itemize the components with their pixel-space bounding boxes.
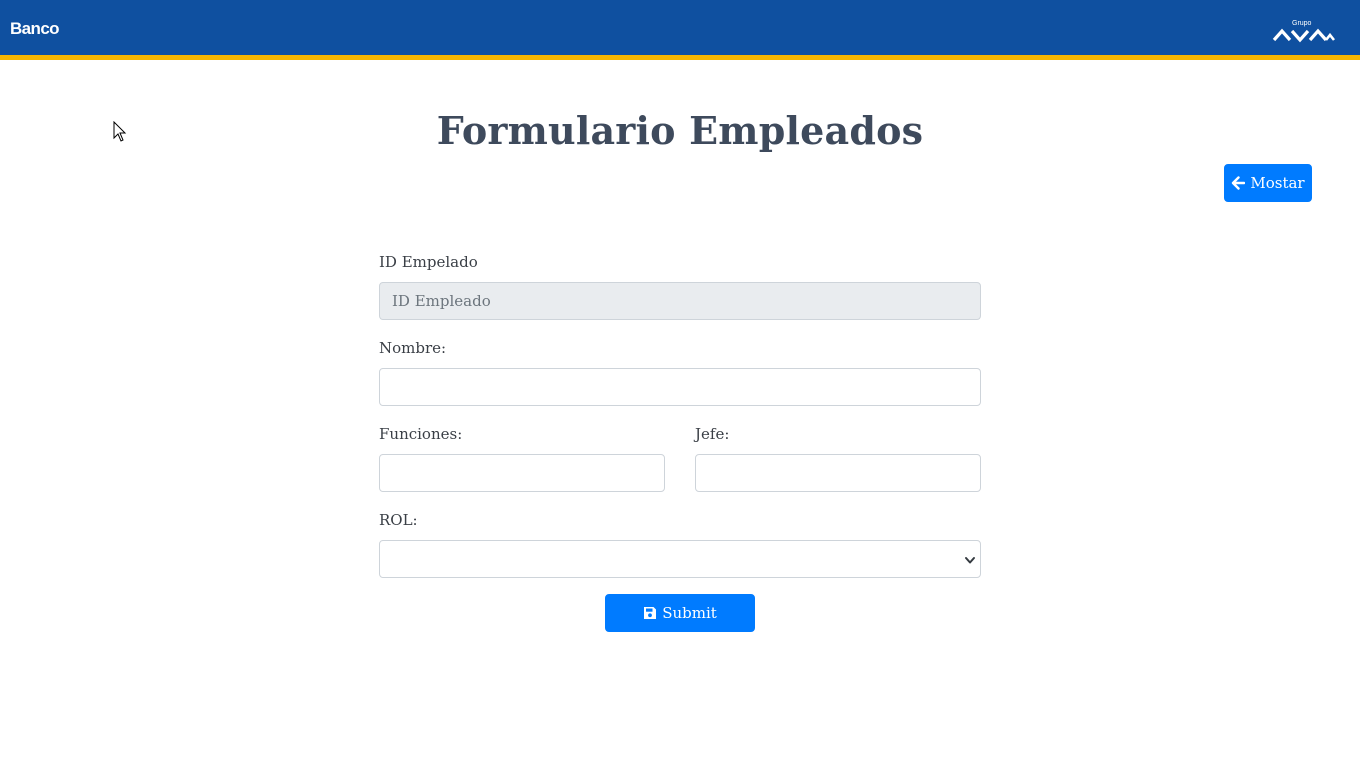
submit-button-label: Submit xyxy=(662,604,717,622)
logo-grupo-text: Grupo xyxy=(1292,20,1312,27)
grupo-aval-logo: Grupo xyxy=(1272,20,1336,43)
jefe-label: Jefe: xyxy=(695,425,730,443)
top-header-bar: Banco Grupo xyxy=(0,0,1360,60)
mostar-button-label: Mostar xyxy=(1250,174,1305,192)
page-title: Formulario Empleados xyxy=(436,108,924,153)
funciones-label: Funciones: xyxy=(379,425,463,443)
nombre-input[interactable] xyxy=(379,368,981,406)
save-icon xyxy=(644,607,657,619)
id-empleado-label: ID Empelado xyxy=(379,253,478,271)
id-empleado-input[interactable] xyxy=(379,282,981,320)
rol-select[interactable] xyxy=(379,540,981,578)
jefe-input[interactable] xyxy=(695,454,981,492)
brand-logo-text: Banco xyxy=(10,19,60,38)
mostar-button[interactable]: Mostar xyxy=(1224,164,1312,202)
funciones-input[interactable] xyxy=(379,454,665,492)
nombre-label: Nombre: xyxy=(379,339,447,357)
submit-button[interactable]: Submit xyxy=(605,594,755,632)
rol-label: ROL: xyxy=(379,511,418,529)
arrow-left-icon xyxy=(1232,176,1246,190)
chevron-down-icon xyxy=(965,557,975,564)
